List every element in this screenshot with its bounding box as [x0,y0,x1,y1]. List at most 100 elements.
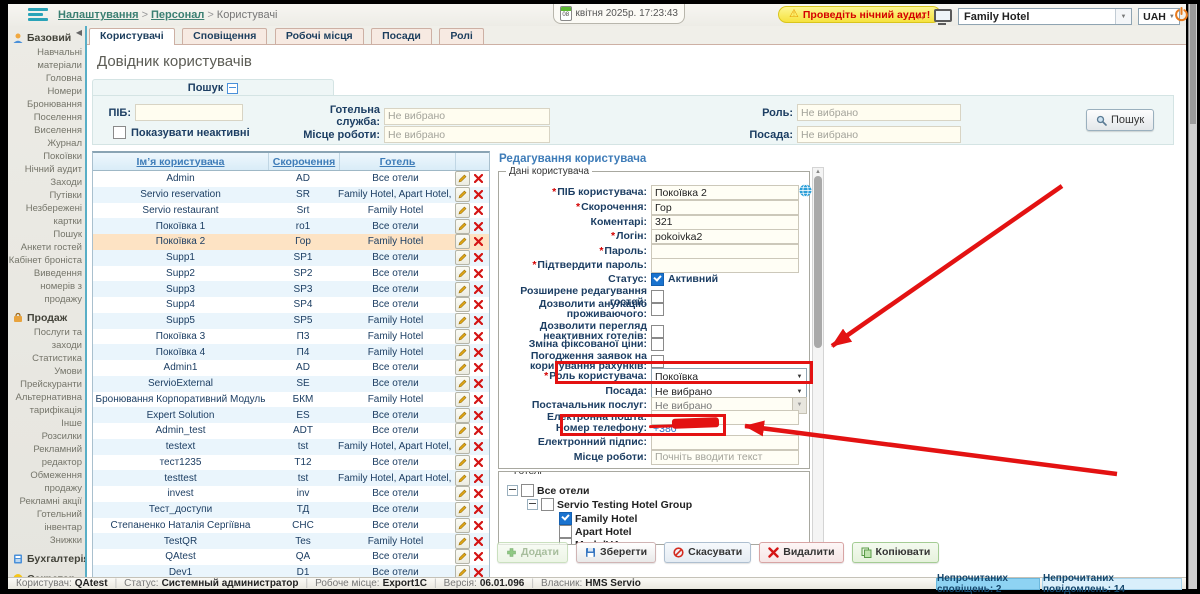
table-row[interactable]: Supp2 SP2 Все отели [93,266,489,282]
allow-cancel-checkbox[interactable] [651,303,664,316]
sidebar-item[interactable]: Умови [8,365,82,378]
sidebar-item[interactable]: Альтернативна тарифікація [8,391,82,417]
table-row[interactable]: Степаненко Наталія Сергіївна СНС Все оте… [93,518,489,534]
delete-row-icon[interactable] [472,409,485,422]
sidebar-item[interactable]: Журнал [8,137,82,150]
delete-row-icon[interactable] [472,393,485,406]
table-row[interactable]: Supp4 SP4 Все отели [93,297,489,313]
edit-row-icon[interactable] [455,502,470,517]
delete-row-icon[interactable] [472,535,485,548]
edit-row-icon[interactable] [455,392,470,407]
sidebar-item[interactable]: Нічний аудит [8,163,82,176]
sidebar-item[interactable]: Номери [8,85,82,98]
table-row[interactable]: Покоївка 4 П4 Family Hotel [93,344,489,360]
sidebar-item[interactable]: Статистика [8,352,82,365]
tab-workplaces[interactable]: Робочі місця [275,28,364,44]
table-row[interactable]: Тест_доступи ТД Все отели [93,502,489,518]
table-row[interactable]: invest inv Все отели [93,486,489,502]
tree-expander-icon[interactable] [507,485,518,496]
hotel-apart-checkbox[interactable] [559,525,572,538]
hotel-selector[interactable]: Family Hotel ▼ [958,8,1132,25]
collapse-box-icon[interactable] [227,83,238,94]
sidebar-item[interactable]: Прейскуранти [8,378,82,391]
all-hotels-checkbox[interactable] [521,484,534,497]
status-active-checkbox[interactable] [651,273,664,286]
delete-row-icon[interactable] [472,298,485,311]
search-button[interactable]: Пошук [1086,109,1154,131]
delete-row-icon[interactable] [472,172,485,185]
save-button[interactable]: Зберегти [576,542,656,563]
delete-row-icon[interactable] [472,267,485,280]
edit-row-icon[interactable] [455,329,470,344]
comments-input[interactable] [651,215,799,230]
table-row[interactable]: Бронювання Корпоративний Модуль БКМ Fami… [93,392,489,408]
table-row[interactable]: Admin_test ADT Все отели [93,423,489,439]
window-scrollbar[interactable] [1188,4,1197,589]
delete-row-icon[interactable] [472,519,485,532]
table-row[interactable]: TestQR Tes Family Hotel [93,533,489,549]
add-button[interactable]: Додати [497,542,568,563]
edit-row-icon[interactable] [455,534,470,549]
sidebar-section-sales[interactable]: Продаж [8,309,85,326]
date-time-widget[interactable]: 08 квітня 2025р. 17:23:43 [553,4,685,24]
delete-row-icon[interactable] [472,283,485,296]
search-panel-header[interactable]: Пошук [92,79,334,96]
table-row[interactable]: Покоївка 1 ro1 Все отели [93,218,489,234]
edit-row-icon[interactable] [455,345,470,360]
delete-row-icon[interactable] [472,440,485,453]
delete-row-icon[interactable] [472,377,485,390]
sidebar-section-secretary[interactable]: Секретар [8,570,85,577]
edit-row-icon[interactable] [455,360,470,375]
sidebar-item[interactable]: Виведення номерів з продажу [8,267,82,306]
table-row[interactable]: Покоївка 3 П3 Family Hotel [93,329,489,345]
position-filter-input[interactable] [797,126,961,143]
sidebar-item[interactable]: Покоївки [8,150,82,163]
edit-row-icon[interactable] [455,297,470,312]
delete-row-icon[interactable] [472,550,485,563]
unread-notifications-badge[interactable]: Непрочитаних сповіщень: 2 [936,578,1040,590]
sidebar-item[interactable]: Інше [8,417,82,430]
tab-roles[interactable]: Ролі [439,28,483,44]
window-scrollbar-thumb[interactable] [1190,4,1196,124]
edit-row-icon[interactable] [455,471,470,486]
delete-row-icon[interactable] [472,251,485,264]
sidebar-item[interactable]: Незбережені картки [8,202,82,228]
sidebar-item[interactable]: Виселення [8,124,82,137]
swap-arrows-icon[interactable]: ↔ [914,8,927,23]
sidebar-item[interactable]: Головна [8,72,82,85]
allow-inactive-hotels-checkbox[interactable] [651,325,664,338]
table-row[interactable]: ServioExternal SE Все отели [93,376,489,392]
edit-row-icon[interactable] [455,439,470,454]
edit-row-icon[interactable] [455,282,470,297]
show-inactive-checkbox[interactable] [113,126,126,139]
scrollbar-thumb[interactable] [814,176,822,348]
delete-row-icon[interactable] [472,188,485,201]
full-name-input[interactable] [651,185,799,200]
edit-row-icon[interactable] [455,408,470,423]
sidebar-item[interactable]: Пошук [8,228,82,241]
delete-row-icon[interactable] [472,346,485,359]
sort-by-abbr[interactable]: Скорочення [269,153,340,170]
invoice-approval-checkbox[interactable] [651,355,664,368]
sidebar-item[interactable]: Готельний інвентар [8,508,82,534]
editor-scrollbar[interactable]: ▲ ▼ [812,167,824,551]
table-row[interactable]: testext tst Family Hotel, Apart Hotel, M… [93,439,489,455]
edit-row-icon[interactable] [455,203,470,218]
table-row[interactable]: тест1235 Т12 Все отели [93,455,489,471]
breadcrumb-personnel[interactable]: Персонал [151,9,204,21]
edit-row-icon[interactable] [455,423,470,438]
role-filter-input[interactable] [797,104,961,121]
delete-row-icon[interactable] [472,361,485,374]
pib-input[interactable] [135,104,243,121]
table-row[interactable]: Dev1 D1 Все отели [93,565,489,578]
edit-row-icon[interactable] [455,455,470,470]
sidebar-item[interactable]: Обмеження продажу [8,469,82,495]
delete-button[interactable]: Видалити [759,542,843,563]
sidebar-item[interactable]: Бронювання [8,98,82,111]
table-row[interactable]: Admin AD Все отели [93,171,489,187]
login-input[interactable] [651,229,799,244]
table-row[interactable]: Expert Solution ES Все отели [93,407,489,423]
hotel-family-checkbox[interactable] [559,512,572,525]
edit-row-icon[interactable] [455,234,470,249]
workplace-filter-input[interactable] [384,126,550,143]
